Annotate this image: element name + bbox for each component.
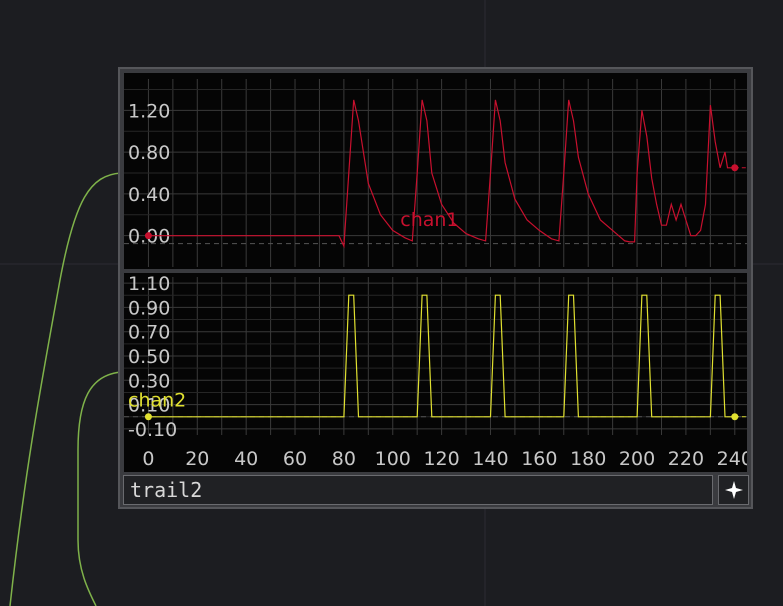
series-start-marker xyxy=(144,232,152,240)
x-tick-label: 40 xyxy=(234,448,258,470)
series-label-chan1: chan1 xyxy=(400,209,458,231)
node-footer: trail2 xyxy=(123,475,750,505)
x-tick-label: 60 xyxy=(283,448,307,470)
panel-separator xyxy=(124,269,747,273)
x-tick-label: 240 xyxy=(717,448,747,470)
channel-plot: 1.200.800.400.00chan11.100.900.700.500.3… xyxy=(124,79,747,470)
trail-chop-node[interactable]: 1.200.800.400.00chan11.100.900.700.500.3… xyxy=(118,67,753,509)
input-wire-1 xyxy=(9,172,122,606)
y-tick-label: 0.70 xyxy=(128,322,170,344)
x-tick-label: 160 xyxy=(521,448,557,470)
x-tick-label: 200 xyxy=(619,448,655,470)
viewer-toggle-button[interactable] xyxy=(718,475,749,505)
input-wire-2 xyxy=(77,371,122,606)
y-tick-label: 1.10 xyxy=(128,273,170,295)
sparkle-star-icon xyxy=(724,481,743,499)
y-tick-label: 0.80 xyxy=(128,142,170,164)
x-tick-label: 180 xyxy=(570,448,606,470)
y-tick-label: 0.40 xyxy=(128,184,170,206)
y-tick-label: -0.10 xyxy=(128,419,177,441)
x-tick-label: 120 xyxy=(423,448,459,470)
series-label-chan2: chan2 xyxy=(128,390,186,412)
y-tick-label: 1.20 xyxy=(128,100,170,122)
y-tick-label: 0.50 xyxy=(128,346,170,368)
x-tick-label: 100 xyxy=(375,448,411,470)
y-tick-label: 0.90 xyxy=(128,297,170,319)
x-tick-label: 80 xyxy=(332,448,356,470)
chop-viewer[interactable]: 1.200.800.400.00chan11.100.900.700.500.3… xyxy=(124,73,747,472)
x-tick-label: 0 xyxy=(142,448,154,470)
x-tick-label: 20 xyxy=(185,448,209,470)
node-name-field[interactable]: trail2 xyxy=(123,475,713,505)
x-tick-label: 140 xyxy=(472,448,508,470)
x-tick-label: 220 xyxy=(668,448,704,470)
series-start-marker xyxy=(144,413,152,421)
